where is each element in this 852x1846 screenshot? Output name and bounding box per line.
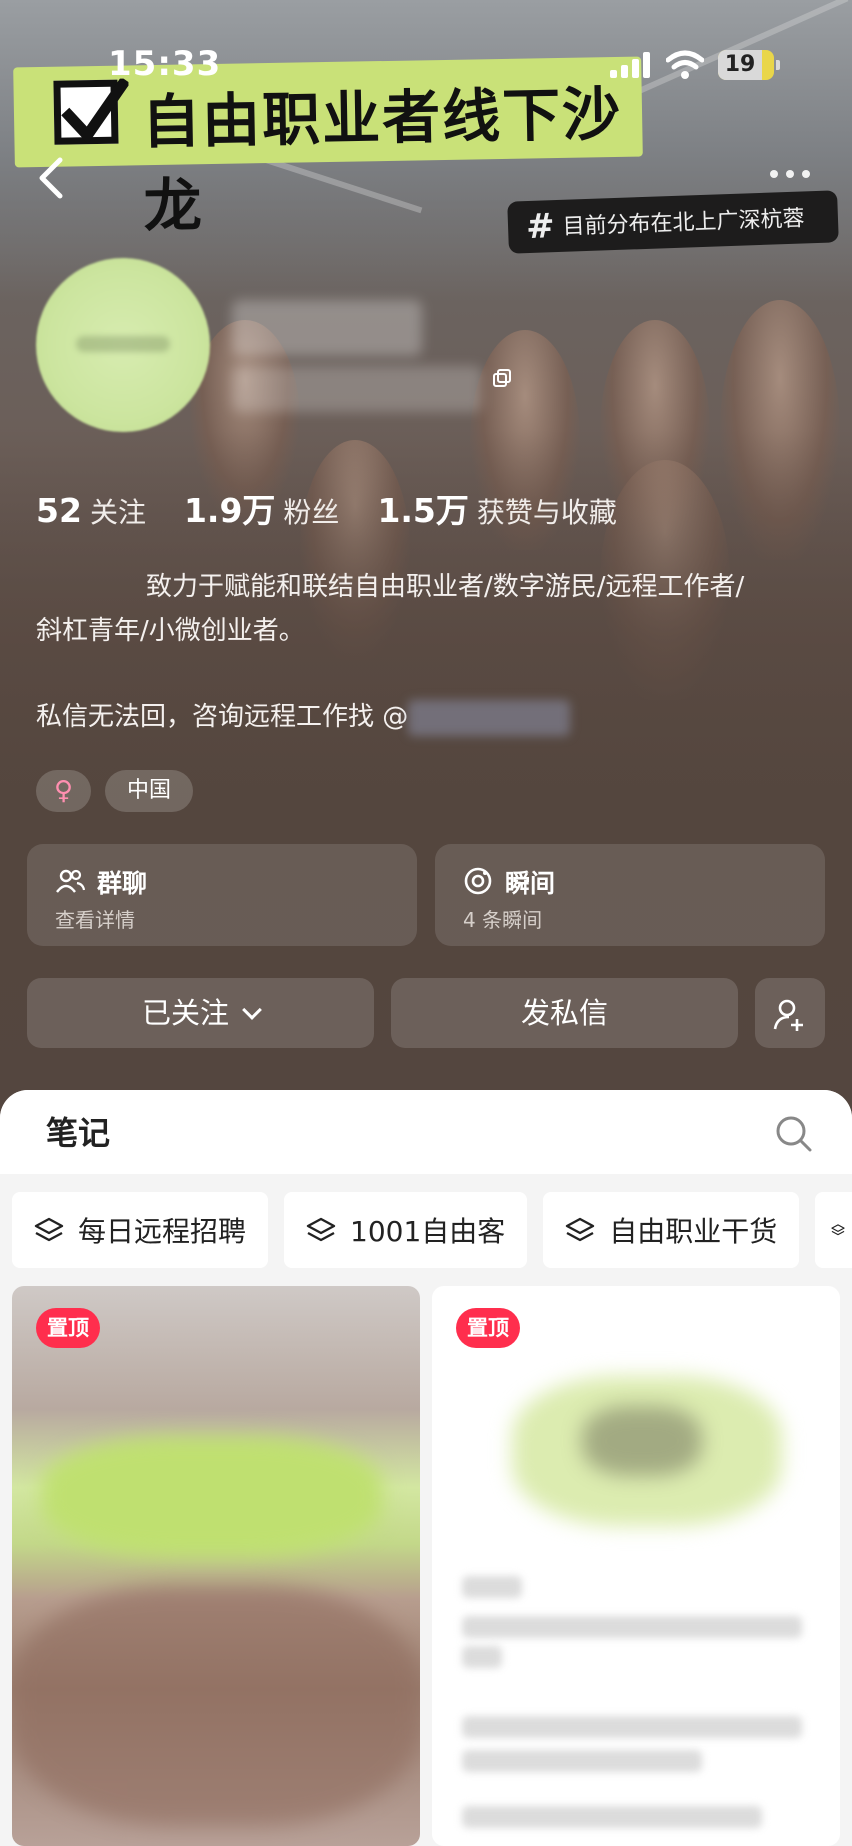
- search-icon[interactable]: [774, 1114, 814, 1154]
- pinned-badge: 置顶: [456, 1308, 520, 1348]
- user-id-redacted: [232, 366, 482, 412]
- more-options-icon[interactable]: [770, 170, 814, 182]
- bio-line-2: 斜杠青年/小微创业者。: [36, 616, 305, 646]
- profile-feature-cards: 群聊 查看详情 瞬间 4 条瞬间: [27, 844, 825, 946]
- note-card[interactable]: 置顶: [12, 1286, 420, 1846]
- mention-redacted[interactable]: [408, 699, 571, 736]
- nickname-redacted: [232, 300, 422, 356]
- layers-icon: [566, 1217, 595, 1242]
- redacted-text: [462, 1646, 502, 1668]
- redacted-text: [462, 1806, 762, 1828]
- tab-notes[interactable]: 笔记: [46, 1108, 110, 1154]
- group-chat-title: 群聊: [97, 869, 148, 898]
- redacted-text: [462, 1716, 802, 1738]
- profile-stats: 52 关注 1.9万 粉丝 1.5万 获赞与收藏: [36, 484, 655, 531]
- add-user-icon: [773, 999, 803, 1031]
- pinned-badge: 置顶: [36, 1308, 100, 1348]
- collection-list: 每日远程招聘 1001自由客 自由职业干货: [12, 1192, 852, 1268]
- region-chip: 中国: [105, 770, 194, 812]
- back-icon[interactable]: [36, 156, 68, 200]
- profile-tags: ♀ 中国: [36, 770, 194, 812]
- battery-icon: 19: [718, 50, 780, 80]
- gender-female-icon: ♀: [36, 770, 92, 812]
- followers-label[interactable]: 粉丝: [283, 491, 339, 531]
- collection-item[interactable]: 每日远程招聘: [12, 1192, 269, 1268]
- followers-count[interactable]: 1.9万: [184, 484, 275, 532]
- collection-item[interactable]: 1001自由客: [284, 1192, 528, 1268]
- group-chat-card[interactable]: 群聊 查看详情: [27, 844, 417, 946]
- collection-label: 自由职业干货: [609, 1215, 778, 1248]
- note-card[interactable]: 置顶: [432, 1286, 840, 1846]
- bio-line-3: 私信无法回，咨询远程工作找 @: [36, 695, 826, 739]
- collection-item[interactable]: [815, 1192, 852, 1268]
- send-message-button[interactable]: 发私信: [391, 978, 738, 1048]
- collection-label: 每日远程招聘: [78, 1215, 247, 1248]
- notes-header: 笔记: [0, 1090, 852, 1174]
- avatar[interactable]: [36, 258, 210, 432]
- following-count[interactable]: 52: [36, 491, 82, 530]
- moments-title: 瞬间: [505, 869, 556, 898]
- following-label[interactable]: 关注: [90, 491, 146, 531]
- note-image-blur: [582, 1406, 702, 1476]
- followed-label: 已关注: [141, 996, 229, 1030]
- note-image-blur: [12, 1586, 420, 1826]
- moments-card[interactable]: 瞬间 4 条瞬间: [435, 844, 825, 946]
- note-image-blur: [42, 1436, 382, 1556]
- add-friend-button[interactable]: [755, 978, 825, 1048]
- layers-icon: [34, 1217, 64, 1242]
- layers-icon: [831, 1224, 845, 1236]
- likes-label[interactable]: 获赞与收藏: [477, 491, 617, 531]
- group-chat-subtitle: 查看详情: [55, 908, 135, 932]
- likes-count[interactable]: 1.5万: [377, 484, 468, 532]
- redacted-text: [462, 1750, 702, 1772]
- bio-line-1: 致力于赋能和联结自由职业者/数字游民/远程工作者/: [146, 572, 745, 602]
- hash-icon: #: [525, 206, 556, 248]
- status-bar: 15:33 19: [0, 40, 852, 90]
- copy-icon[interactable]: [492, 368, 512, 388]
- collection-item[interactable]: 自由职业干货: [543, 1192, 800, 1268]
- moments-subtitle: 4 条瞬间: [463, 908, 543, 932]
- bio-contact-text: 私信无法回，咨询远程工作找 @: [36, 702, 409, 732]
- layers-icon: [306, 1217, 336, 1242]
- cities-tag-text: 目前分布在北上广深杭蓉: [562, 206, 805, 240]
- group-icon: [56, 869, 85, 893]
- collection-label: 1001自由客: [350, 1215, 506, 1248]
- chevron-down-icon: [242, 1000, 262, 1020]
- redacted-text: [462, 1576, 522, 1598]
- status-time: 15:33: [108, 44, 222, 84]
- moments-icon: [464, 867, 492, 895]
- redacted-text: [462, 1616, 802, 1638]
- battery-level: 19: [718, 50, 762, 80]
- signal-icon: [610, 52, 654, 78]
- profile-bio: 致力于赋能和联结自由职业者/数字游民/远程工作者/ 斜杠青年/小微创业者。 私信…: [36, 565, 826, 739]
- followed-button[interactable]: 已关注: [27, 978, 374, 1048]
- wifi-icon: [665, 50, 705, 80]
- notes-panel: 笔记 每日远程招聘 1001自由客 自由职业干货 置顶 置顶: [0, 1090, 852, 1846]
- profile-actions: 已关注 发私信: [27, 978, 825, 1048]
